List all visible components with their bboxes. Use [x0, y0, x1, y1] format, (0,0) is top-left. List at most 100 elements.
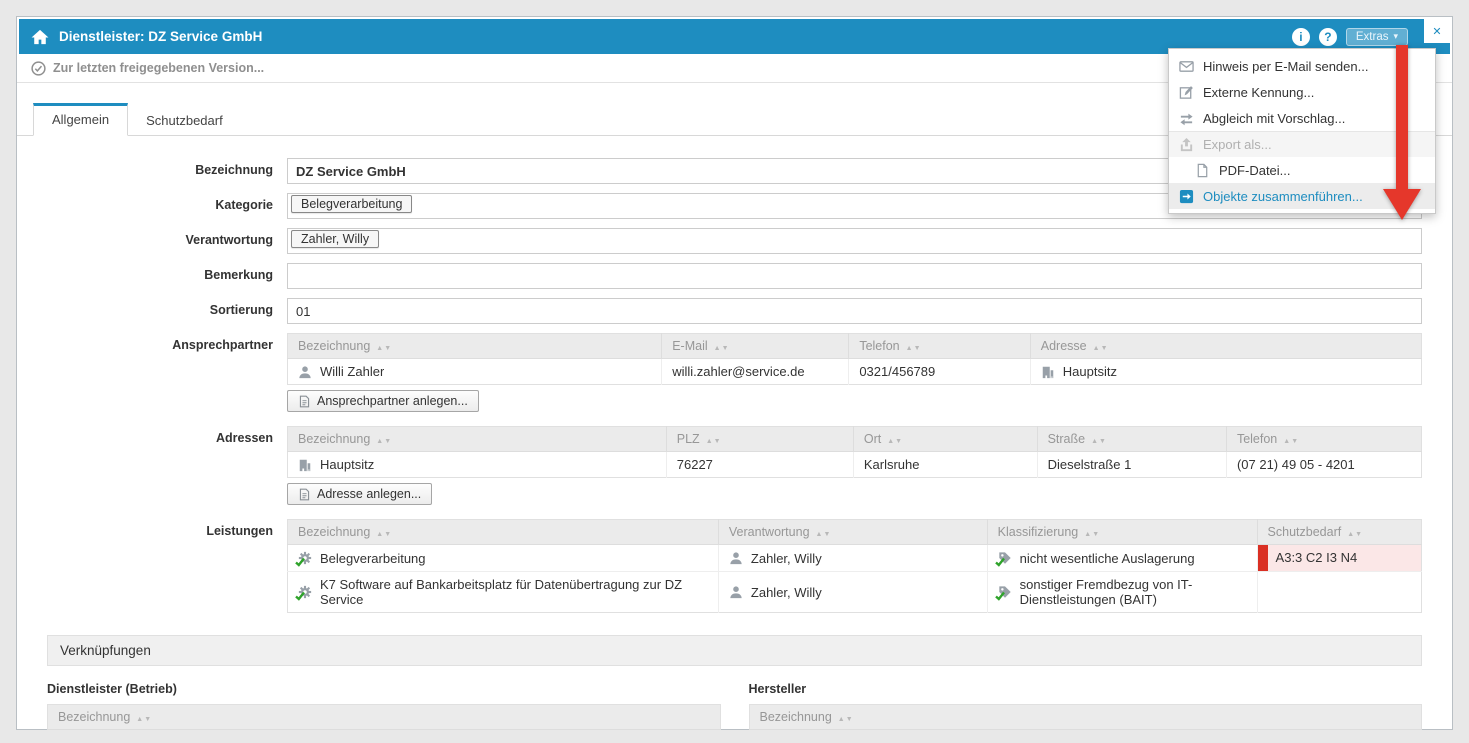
table-row[interactable]: Hauptsitz 76227 Karlsruhe Dieselstraße 1… — [288, 452, 1422, 478]
bemerkung-field[interactable] — [287, 263, 1422, 289]
close-icon[interactable]: ✕ — [1424, 19, 1450, 43]
column-label: Bezeichnung — [298, 432, 370, 446]
window-title: Dienstleister: DZ Service GmbH — [59, 29, 262, 44]
cell-strasse: Dieselstraße 1 — [1037, 452, 1226, 478]
classification-icon — [998, 585, 1012, 599]
menu-item-label: Export als... — [1203, 137, 1272, 152]
cell-schutzbedarf — [1257, 572, 1421, 613]
sort-icon — [714, 345, 730, 352]
chevron-down-icon: ▾ — [1393, 31, 1398, 42]
green-check-icon — [295, 591, 305, 601]
column-header-plz[interactable]: PLZ — [666, 427, 853, 452]
last-released-version-link[interactable]: Zur letzten freigegebenen Version... — [53, 61, 264, 75]
sort-icon — [1093, 345, 1109, 352]
tab-allgemein[interactable]: Allgemein — [33, 103, 128, 136]
column-label: E-Mail — [672, 339, 707, 353]
column-header-bezeichnung[interactable]: Bezeichnung — [749, 705, 1422, 730]
sort-icon — [838, 716, 854, 723]
ansprechpartner-table: Bezeichnung E-Mail Telefon Adresse Willi… — [287, 333, 1422, 385]
column-header-verantwortung[interactable]: Verantwortung — [718, 520, 987, 545]
table-row[interactable]: K7 Software auf Bankarbeitsplatz für Dat… — [288, 572, 1422, 613]
help-icon[interactable]: ? — [1319, 28, 1337, 46]
sort-icon — [1283, 438, 1299, 445]
column-header-telefon[interactable]: Telefon — [849, 334, 1030, 359]
cell-verantwortung: Zahler, Willy — [751, 585, 822, 600]
sort-icon — [1091, 438, 1107, 445]
gear-icon — [298, 585, 312, 599]
info-icon[interactable]: i — [1292, 28, 1310, 46]
menu-item-abgleich-vorschlag[interactable]: Abgleich mit Vorschlag... — [1169, 105, 1435, 131]
table-header-row: Bezeichnung PLZ Ort Straße Telefon — [288, 427, 1422, 452]
menu-item-hinweis-email[interactable]: Hinweis per E-Mail senden... — [1169, 53, 1435, 79]
form-icon — [298, 395, 311, 408]
dienstleister-betrieb-table: Bezeichnung — [47, 704, 721, 730]
ansprechpartner-anlegen-button[interactable]: Ansprechpartner anlegen... — [287, 390, 479, 412]
building-icon — [1041, 365, 1055, 379]
table-row[interactable]: Belegverarbeitung Zahler, Willy nicht we… — [288, 545, 1422, 572]
column-header-klassifizierung[interactable]: Klassifizierung — [987, 520, 1257, 545]
leistungen-label: Leistungen — [47, 519, 287, 613]
column-header-ort[interactable]: Ort — [853, 427, 1037, 452]
column-label: Straße — [1048, 432, 1086, 446]
building-icon — [298, 458, 312, 472]
desktop-background: Dienstleister: DZ Service GmbH i ? Extra… — [0, 0, 1469, 743]
cell-adresse: Hauptsitz — [1063, 364, 1117, 379]
menu-item-label: Hinweis per E-Mail senden... — [1203, 59, 1368, 74]
extras-menu: Hinweis per E-Mail senden... Externe Ken… — [1168, 48, 1436, 214]
column-header-bezeichnung[interactable]: Bezeichnung — [288, 334, 662, 359]
column-label: Ort — [864, 432, 881, 446]
check-circle-icon — [31, 61, 46, 76]
verknuepfungen-section-header: Verknüpfungen — [47, 635, 1422, 666]
column-header-telefon[interactable]: Telefon — [1226, 427, 1421, 452]
verantwortung-field[interactable]: Zahler, Willy — [287, 228, 1422, 254]
column-header-schutzbedarf[interactable]: Schutzbedarf — [1257, 520, 1421, 545]
menu-item-objekte-zusammenfuehren[interactable]: Objekte zusammenführen... — [1169, 183, 1435, 209]
column-header-adresse[interactable]: Adresse — [1030, 334, 1421, 359]
hersteller-table: Bezeichnung — [749, 704, 1423, 730]
cell-bezeichnung: K7 Software auf Bankarbeitsplatz für Dat… — [320, 577, 708, 607]
menu-item-label: Abgleich mit Vorschlag... — [1203, 111, 1345, 126]
person-icon — [298, 365, 312, 379]
button-label: Adresse anlegen... — [317, 487, 421, 501]
extras-button[interactable]: Extras ▾ — [1346, 28, 1408, 46]
tab-content-allgemein: Bezeichnung Kategorie Belegverarbeitung … — [17, 136, 1452, 730]
sort-icon — [906, 345, 922, 352]
merge-icon — [1179, 189, 1194, 204]
menu-item-pdf-datei[interactable]: PDF-Datei... — [1169, 157, 1435, 183]
schutzbedarf-flag — [1258, 545, 1268, 571]
kategorie-chip[interactable]: Belegverarbeitung — [291, 195, 412, 213]
column-label: Verantwortung — [729, 525, 810, 539]
column-header-email[interactable]: E-Mail — [662, 334, 849, 359]
table-header-row: Bezeichnung — [48, 705, 721, 730]
cell-bezeichnung: Hauptsitz — [320, 457, 374, 472]
column-header-bezeichnung[interactable]: Bezeichnung — [288, 427, 667, 452]
ansprechpartner-label: Ansprechpartner — [47, 333, 287, 412]
adresse-anlegen-button[interactable]: Adresse anlegen... — [287, 483, 432, 505]
extras-label: Extras — [1356, 31, 1389, 43]
table-header-row: Bezeichnung E-Mail Telefon Adresse — [288, 334, 1422, 359]
green-check-icon — [295, 557, 305, 567]
sort-icon — [376, 438, 392, 445]
menu-item-label: Objekte zusammenführen... — [1203, 189, 1363, 204]
cell-ort: Karlsruhe — [853, 452, 1037, 478]
column-header-strasse[interactable]: Straße — [1037, 427, 1226, 452]
column-label: Bezeichnung — [298, 525, 370, 539]
verantwortung-chip[interactable]: Zahler, Willy — [291, 230, 379, 248]
sortierung-field[interactable] — [287, 298, 1422, 324]
person-icon — [729, 551, 743, 565]
column-header-bezeichnung[interactable]: Bezeichnung — [48, 705, 721, 730]
cell-verantwortung: Zahler, Willy — [751, 551, 822, 566]
kategorie-label: Kategorie — [47, 193, 287, 219]
menu-item-label: Externe Kennung... — [1203, 85, 1314, 100]
table-row[interactable]: Willi Zahler willi.zahler@service.de 032… — [288, 359, 1422, 385]
service-provider-icon — [31, 29, 49, 45]
leistungen-table: Bezeichnung Verantwortung Klassifizierun… — [287, 519, 1422, 613]
tab-schutzbedarf[interactable]: Schutzbedarf — [128, 105, 241, 136]
cell-bezeichnung: Willi Zahler — [320, 364, 384, 379]
sort-icon — [1347, 531, 1363, 538]
column-header-bezeichnung[interactable]: Bezeichnung — [288, 520, 719, 545]
sort-icon — [816, 531, 832, 538]
menu-item-externe-kennung[interactable]: Externe Kennung... — [1169, 79, 1435, 105]
menu-item-export-als: Export als... — [1169, 131, 1435, 157]
sort-icon — [706, 438, 722, 445]
